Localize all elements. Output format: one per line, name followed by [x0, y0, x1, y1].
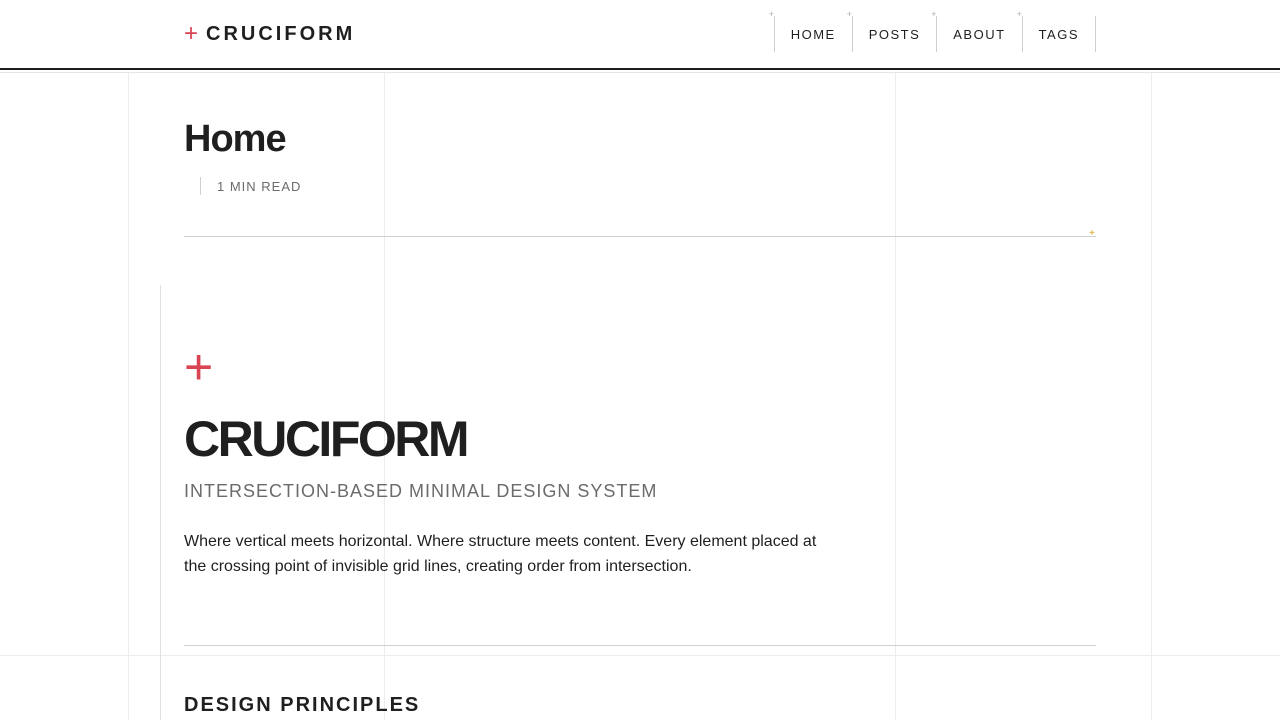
- hero-plus-icon: +: [184, 339, 214, 395]
- page: + CRUCIFORM + HOME + POSTS + ABOUT + TAG…: [0, 0, 1280, 720]
- grid-line-horizontal: [0, 655, 1280, 656]
- grid-line-vertical: [384, 72, 385, 720]
- nav-item-label: POSTS: [868, 26, 921, 42]
- plus-marker-icon: +: [1089, 228, 1095, 239]
- reading-time: 1 MIN READ: [200, 177, 301, 195]
- grid-line-vertical: [1151, 72, 1152, 720]
- section-heading: DESIGN PRINCIPLES: [184, 694, 421, 716]
- title-divider: [184, 236, 1096, 237]
- nav-item-home[interactable]: + HOME: [769, 10, 852, 52]
- page-title: Home: [184, 118, 287, 160]
- corner-plus-icon: +: [768, 9, 776, 19]
- hero-divider: [184, 645, 1096, 646]
- nav-item-label: HOME: [790, 26, 836, 42]
- site-header: + CRUCIFORM + HOME + POSTS + ABOUT + TAG…: [0, 0, 1280, 70]
- hero-title: CRUCIFORM: [184, 411, 470, 467]
- site-logo-link[interactable]: + CRUCIFORM: [184, 20, 355, 48]
- nav-item-posts[interactable]: + POSTS: [847, 10, 937, 52]
- grid-line-vertical: [895, 72, 896, 720]
- nav-item-about[interactable]: + ABOUT: [931, 10, 1021, 52]
- nav-item-label: TAGS: [1038, 26, 1079, 42]
- plus-icon: +: [184, 20, 199, 47]
- corner-plus-icon: +: [931, 9, 939, 19]
- grid-line-vertical: [128, 72, 129, 720]
- nav-item-label: ABOUT: [953, 26, 1006, 42]
- corner-plus-icon: +: [846, 9, 854, 19]
- corner-plus-icon: +: [1016, 9, 1024, 19]
- hero-description: Where vertical meets horizontal. Where s…: [184, 533, 817, 575]
- site-title: CRUCIFORM: [206, 22, 356, 45]
- hero-subtitle: INTERSECTION-BASED MINIMAL DESIGN SYSTEM: [184, 481, 658, 501]
- header-divider: [0, 72, 1280, 73]
- nav-item-tags[interactable]: + TAGS: [1017, 10, 1095, 52]
- main-nav: + HOME + POSTS + ABOUT + TAGS: [769, 10, 1096, 52]
- section-guide-line: [160, 285, 161, 720]
